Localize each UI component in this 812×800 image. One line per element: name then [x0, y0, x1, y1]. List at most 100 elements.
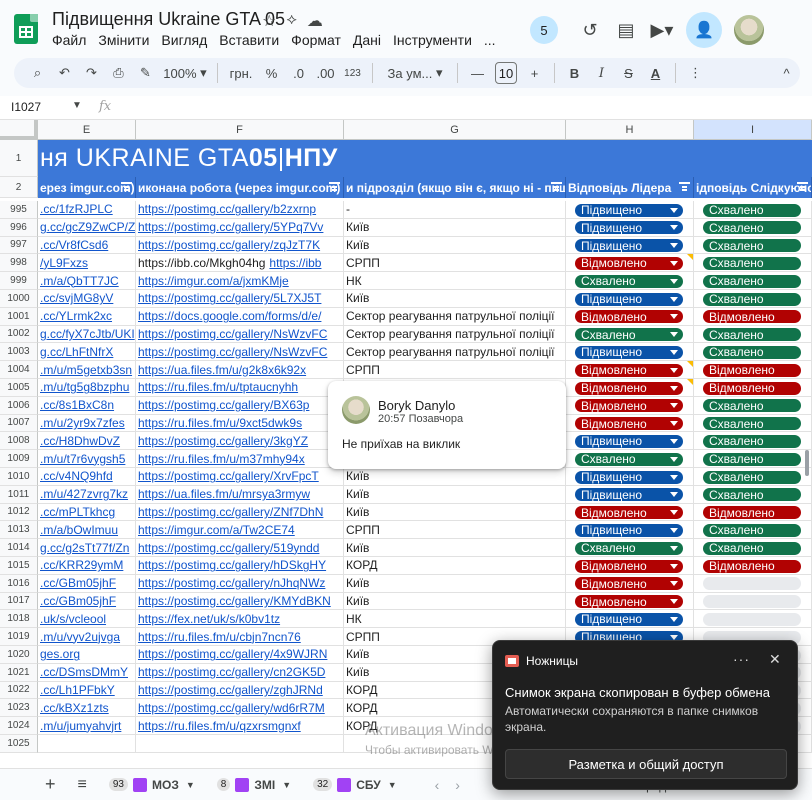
chevron-left-icon[interactable]: ‹ — [435, 777, 440, 793]
status-chip[interactable]: Схвалено — [703, 274, 801, 288]
status-chip[interactable]: Відмовлено — [575, 577, 683, 591]
cell-work-link[interactable]: https://postimg.cc/gallery/KMYdBKN — [136, 592, 344, 611]
increase-decimal-button[interactable]: .00 — [312, 61, 339, 85]
status-chip[interactable]: Відмовлено — [575, 417, 683, 431]
snipping-tool-toast[interactable]: Ножницы ··· ✕ Снимок экрана скопирован в… — [492, 640, 798, 790]
status-chip[interactable]: Схвалено — [703, 345, 801, 359]
status-chip[interactable]: Відмовлено — [575, 506, 683, 520]
cell-proof-link[interactable]: .cc/svjMG8yV — [38, 290, 136, 308]
cell-work-link[interactable]: https://postimg.cc/gallery/NsWzvFC — [136, 343, 344, 362]
row-header[interactable]: 1020 — [0, 646, 38, 664]
cell-work-link[interactable]: https://postimg.cc/gallery/519yndd — [136, 539, 344, 557]
row-header[interactable]: 997 — [0, 236, 38, 255]
cell-proof-link[interactable]: .cc/Vr8fCsd6 — [38, 236, 136, 255]
comment-popup[interactable]: Boryk Danylo 20:57 Позавчора Не приїхав … — [328, 381, 566, 469]
cell-division[interactable]: НК — [344, 610, 566, 629]
chevron-down-icon[interactable] — [670, 599, 678, 605]
document-title[interactable]: Підвищення Ukraine GTA 05 — [52, 9, 285, 30]
bold-button[interactable]: B — [561, 61, 588, 85]
cell-work-link[interactable]: https://postimg.cc/gallery/5L7XJ5T — [136, 290, 344, 308]
cell-proof-link[interactable]: .m/u/vyv2ujvga — [38, 628, 136, 646]
status-chip[interactable]: Відмовлено — [703, 506, 801, 520]
chevron-down-icon[interactable] — [670, 403, 678, 409]
cell-link-text[interactable]: https://ibb.co/Mkgh04hg — [138, 256, 265, 270]
cell-proof-link[interactable]: /yL9Fxzs — [38, 254, 136, 273]
status-chip[interactable]: Підвищено — [575, 434, 683, 448]
cell-work-link[interactable]: https://ru.files.fm/u/tptaucnyhh — [136, 379, 344, 397]
status-chip[interactable]: Підвищено — [575, 239, 683, 253]
cell-proof-link[interactable]: g.cc/gcZ9ZwCP/Z — [38, 218, 136, 237]
row-header[interactable]: 1012 — [0, 503, 38, 522]
status-chip[interactable]: Схвалено — [703, 328, 801, 342]
row-header[interactable]: 1025 — [0, 735, 38, 753]
cell-work-link[interactable]: https://ru.files.fm/u/m37mhy94x — [136, 450, 344, 468]
cell-proof-link[interactable]: .cc/GBm05jhF — [38, 574, 136, 593]
chevron-down-icon[interactable] — [670, 349, 678, 355]
status-chip-empty[interactable] — [703, 595, 801, 609]
currency-button[interactable]: грн. — [224, 61, 258, 85]
tab-zmi[interactable]: 8 ЗМІ ▼ — [216, 777, 291, 792]
chevron-down-icon[interactable] — [670, 510, 678, 516]
menu-item[interactable]: ... — [484, 32, 503, 48]
menu-item[interactable]: Файл — [52, 32, 93, 48]
column-header-g[interactable]: G — [344, 120, 566, 140]
chevron-down-icon[interactable] — [670, 545, 678, 551]
row-header[interactable]: 1007 — [0, 414, 38, 433]
cell-proof-link[interactable]: .cc/KRR29ymM — [38, 557, 136, 575]
cell-proof-link[interactable]: .cc/DSmsDMmY — [38, 663, 136, 682]
chevron-down-icon[interactable] — [670, 367, 678, 373]
status-chip[interactable]: Відмовлено — [575, 595, 683, 609]
row-header[interactable]: 1014 — [0, 539, 38, 557]
cell-work-link[interactable] — [136, 735, 344, 753]
cell-proof-link[interactable]: .cc/GBm05jhF — [38, 592, 136, 611]
search-icon[interactable]: ⌕ — [24, 61, 51, 85]
column-header-e[interactable]: E — [38, 120, 136, 140]
cell-proof-link[interactable]: g.cc/LhFtNfrX — [38, 343, 136, 362]
cell-division[interactable]: СРПП — [344, 521, 566, 540]
row-header[interactable]: 995 — [0, 201, 38, 219]
cell-proof-link[interactable]: .m/u/tg5g8bzphu — [38, 379, 136, 397]
cell-proof-link[interactable]: .cc/YLrmk2xc — [38, 307, 136, 326]
cell-proof-link[interactable]: .m/a/QbTT7JC — [38, 272, 136, 290]
chevron-down-icon[interactable] — [670, 474, 678, 480]
cell-proof-link[interactable]: .cc/v4NQ9hfd — [38, 468, 136, 486]
row-header[interactable]: 1024 — [0, 717, 38, 735]
row-header[interactable]: 996 — [0, 218, 38, 237]
status-chip[interactable]: Схвалено — [703, 488, 801, 502]
banner-title[interactable]: ня UKRAINE GTA 05 | НПУ — [38, 140, 812, 177]
cell-proof-link[interactable]: .cc/H8DhwDvZ — [38, 432, 136, 451]
cell-work-link[interactable]: https://docs.google.com/forms/d/e/ — [136, 307, 344, 326]
row-header[interactable]: 1004 — [0, 361, 38, 379]
status-chip[interactable]: Відмовлено — [575, 256, 683, 270]
cell-work-link[interactable]: https://postimg.cc/gallery/3kgYZ — [136, 432, 344, 451]
filter-icon[interactable] — [329, 181, 340, 192]
chevron-down-icon[interactable] — [670, 634, 678, 640]
filter-icon[interactable] — [797, 181, 808, 192]
status-chip[interactable]: Підвищено — [575, 292, 683, 306]
status-chip[interactable]: Схвалено — [703, 470, 801, 484]
row-header[interactable]: 1022 — [0, 681, 38, 700]
status-chip[interactable]: Схвалено — [703, 452, 801, 466]
status-chip[interactable]: Схвалено — [703, 523, 801, 537]
cell-work-link[interactable]: https://postimg.cc/gallery/5YPq7Vv — [136, 218, 344, 237]
row-header[interactable]: 999 — [0, 272, 38, 290]
row-header[interactable]: 1010 — [0, 468, 38, 486]
cell-proof-link[interactable]: .m/u/m5getxb3sn — [38, 361, 136, 379]
cell-division[interactable]: Київ — [344, 236, 566, 255]
comment-indicator-icon[interactable] — [687, 254, 693, 261]
collapse-toolbar-icon[interactable]: ^ — [773, 61, 800, 85]
cell-proof-link[interactable]: .m/u/jumyahvjrt — [38, 717, 136, 735]
cell-division[interactable]: Сектор реагування патрульної поліції — [344, 307, 566, 326]
cell-division[interactable]: Київ — [344, 468, 566, 486]
add-sheet-icon[interactable]: + — [45, 774, 56, 795]
text-color-button[interactable]: A — [642, 61, 669, 85]
column-title-f[interactable]: иконана робота (через imgur.com) — [136, 177, 344, 198]
status-chip[interactable]: Відмовлено — [575, 399, 683, 413]
menu-item[interactable]: Формат — [291, 32, 348, 48]
markup-share-button[interactable]: Разметка и общий доступ — [505, 749, 787, 779]
chevron-down-icon[interactable] — [670, 438, 678, 444]
share-button[interactable]: 👤 — [686, 12, 722, 48]
font-size-input[interactable]: 10 — [495, 62, 517, 84]
row-header[interactable]: 1002 — [0, 325, 38, 344]
status-chip[interactable]: Схвалено — [575, 274, 683, 288]
